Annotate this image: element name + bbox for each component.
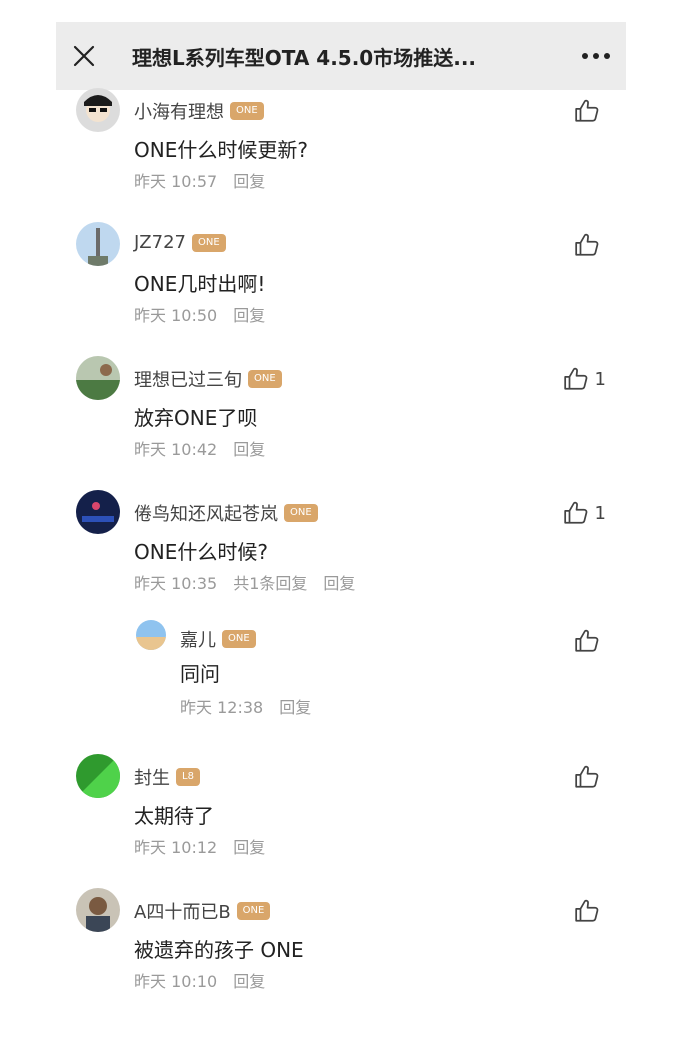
like-button[interactable]: 1 [563,500,606,526]
reply-button[interactable]: 回复 [233,168,265,192]
thumbs-up-icon [575,99,599,122]
reply-button[interactable]: 回复 [233,302,265,326]
like-button[interactable] [574,764,606,790]
avatar[interactable] [136,620,166,650]
close-button[interactable] [56,22,112,90]
close-icon [73,45,95,67]
car-badge: ONE [192,233,226,252]
comment-text: 被遗弃的孩子 ONE [134,938,304,962]
thumbs-up-icon [575,765,599,788]
comment-text: ONE什么时候更新? [134,138,308,162]
timestamp: 昨天 12:38 [180,698,264,717]
page-title: 理想L系列车型OTA 4.5.0市场推送... [132,45,477,70]
comment-item: 封生 L8 太期待了 昨天 10:12 回复 [76,754,616,864]
comment-text: 同问 [180,662,220,686]
comment-item: 理想已过三旬 ONE 放弃ONE了呗 昨天 10:42 回复 1 [76,356,616,466]
reply-button[interactable]: 回复 [279,694,311,718]
avatar[interactable] [76,490,120,534]
reply-button[interactable]: 回复 [233,436,265,460]
like-button[interactable]: 1 [563,366,606,392]
username[interactable]: 嘉儿 [180,626,216,652]
like-count: 1 [594,368,606,390]
thumbs-up-icon [575,899,599,922]
comment-item: A四十而已B ONE 被遗弃的孩子 ONE 昨天 10:10 回复 [76,888,616,998]
avatar[interactable] [76,888,120,932]
username[interactable]: A四十而已B [134,898,231,924]
avatar[interactable] [76,222,120,266]
timestamp: 昨天 10:12 [134,838,218,857]
reply-button[interactable]: 回复 [323,570,355,594]
comment-text: 放弃ONE了呗 [134,406,258,430]
reply-button[interactable]: 回复 [233,968,265,992]
more-button[interactable] [566,22,626,90]
car-badge: ONE [248,370,282,388]
car-badge: L8 [176,768,200,786]
timestamp: 昨天 10:42 [134,440,218,459]
comment-text: 太期待了 [134,804,214,828]
more-icon [582,53,610,59]
timestamp: 昨天 10:50 [134,306,218,325]
car-badge: ONE [284,504,318,522]
comment-item: JZ727 ONE ONE几时出啊! 昨天 10:50 回复 [76,222,616,332]
thumbs-up-icon [563,367,587,390]
timestamp: 昨天 10:35 [134,574,218,593]
avatar[interactable] [76,88,120,132]
like-count: 1 [594,502,606,524]
comment-text: ONE几时出啊! [134,272,266,296]
like-button[interactable] [574,232,606,258]
comment-text: ONE什么时候? [134,540,268,564]
thumbs-up-icon [575,629,599,652]
like-button[interactable] [574,98,606,124]
username[interactable]: 小海有理想 [134,98,224,124]
timestamp: 昨天 10:10 [134,972,218,991]
reply-button[interactable]: 回复 [233,834,265,858]
car-badge: ONE [236,902,271,920]
car-badge: ONE [222,630,256,648]
comment-item: 小海有理想 ONE ONE什么时候更新? 昨天 10:57 回复 [76,88,616,198]
username[interactable]: 理想已过三旬 [134,366,242,392]
username[interactable]: 倦鸟知还风起苍岚 [134,500,278,526]
thumbs-up-icon [575,233,599,256]
comment-item: 倦鸟知还风起苍岚 ONE ONE什么时候? 昨天 10:35 共1条回复 回复 … [76,490,616,600]
car-badge: ONE [230,102,264,120]
like-button[interactable] [574,898,606,924]
top-bar: 理想L系列车型OTA 4.5.0市场推送... [56,22,626,90]
like-button[interactable] [574,628,606,654]
avatar[interactable] [76,754,120,798]
username[interactable]: 封生 [134,764,170,790]
avatar[interactable] [76,356,120,400]
username[interactable]: JZ727 [134,232,186,253]
replies-count[interactable]: 共1条回复 [233,570,307,594]
timestamp: 昨天 10:57 [134,172,218,191]
thumbs-up-icon [563,501,587,524]
reply-item: 嘉儿 ONE 同问 昨天 12:38 回复 [136,618,616,728]
